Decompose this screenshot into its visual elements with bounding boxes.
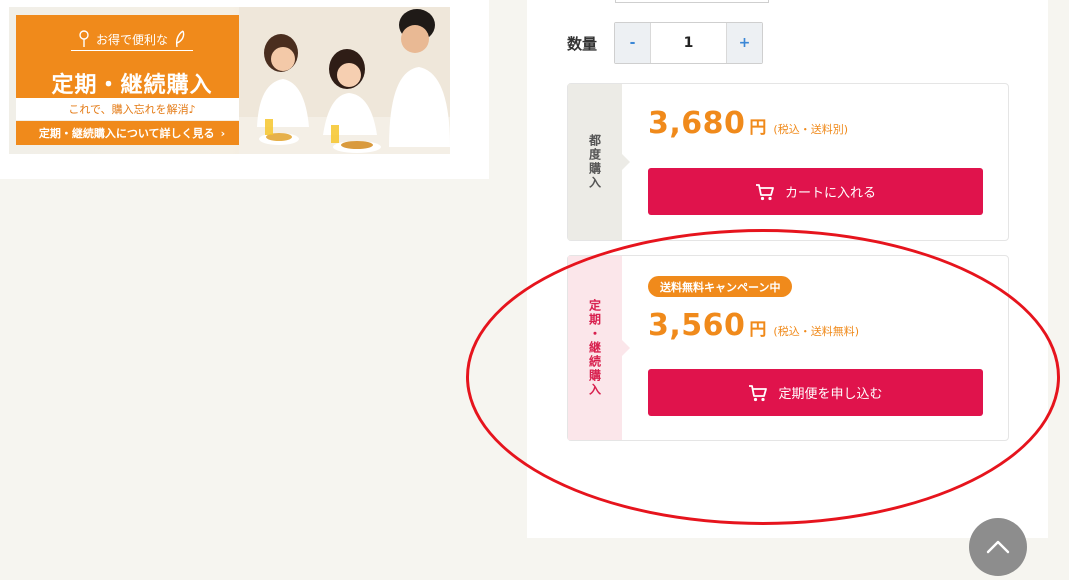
single-price: 3,680: [648, 106, 746, 141]
single-purchase-side: 都度購入: [568, 84, 622, 240]
banner-more-label: 定期・継続購入について詳しく見る: [38, 127, 215, 140]
subscribe-label: 定期便を申し込む: [778, 387, 883, 402]
single-tax-note: (税込・送料別): [773, 123, 848, 136]
family-photo: [239, 7, 450, 154]
quantity-stepper: - 1 +: [614, 22, 763, 64]
quantity-label: 数量: [567, 35, 598, 53]
subscription-price: 3,560: [648, 308, 746, 343]
banner-title: 定期・継続購入: [51, 73, 213, 98]
page-footer-strip: [0, 538, 1069, 580]
scroll-to-top-button[interactable]: [969, 518, 1027, 576]
banner-subtitle: お得で便利な: [95, 32, 168, 47]
banner-headline-box: お得で便利な 定期・継続購入: [16, 15, 248, 98]
subscribe-button[interactable]: 定期便を申し込む: [648, 369, 983, 416]
add-to-cart-label: カートに入れる: [784, 186, 876, 201]
banner-caption: これで、購入忘れを解消♪: [16, 98, 248, 120]
option-select-bottom[interactable]: [615, 0, 769, 3]
leaf-icon: [175, 30, 185, 48]
subscription-currency: 円: [749, 320, 767, 340]
banner-more-link[interactable]: 定期・継続購入について詳しく見る ›: [16, 121, 248, 145]
chevron-right-icon: ›: [220, 126, 226, 140]
subscription-tax-note: (税込・送料無料): [773, 325, 859, 338]
single-currency: 円: [749, 118, 767, 138]
subscription-price-row: 3,560 円 (税込・送料無料): [648, 308, 859, 343]
spoon-icon: [79, 30, 89, 47]
quantity-increase-button[interactable]: +: [726, 23, 762, 63]
subscription-banner[interactable]: お得で便利な 定期・継続購入 これで、購入忘れを解消♪ 定期・継続購入について詳…: [9, 7, 450, 154]
chevron-up-icon: [986, 540, 1010, 554]
single-purchase-card: 都度購入 3,680 円 (税込・送料別) カートに入れる: [567, 83, 1009, 241]
subscription-side: 定期・継続購入: [568, 256, 622, 440]
banner-subtitle-row: お得で便利な: [57, 29, 207, 51]
cart-icon: [749, 384, 768, 401]
quantity-input[interactable]: 1: [651, 23, 726, 63]
cart-icon: [755, 183, 774, 200]
single-purchase-label: 都度購入: [587, 134, 602, 190]
subscription-card: 定期・継続購入 送料無料キャンペーン中 3,560 円 (税込・送料無料) 定期…: [567, 255, 1009, 441]
free-shipping-badge: 送料無料キャンペーン中: [648, 276, 793, 297]
single-price-row: 3,680 円 (税込・送料別): [648, 106, 848, 141]
add-to-cart-button[interactable]: カートに入れる: [648, 168, 983, 215]
subscription-label: 定期・継続購入: [587, 299, 602, 397]
quantity-decrease-button[interactable]: -: [615, 23, 651, 63]
banner-container: お得で便利な 定期・継続購入 これで、購入忘れを解消♪ 定期・継続購入について詳…: [0, 0, 489, 179]
